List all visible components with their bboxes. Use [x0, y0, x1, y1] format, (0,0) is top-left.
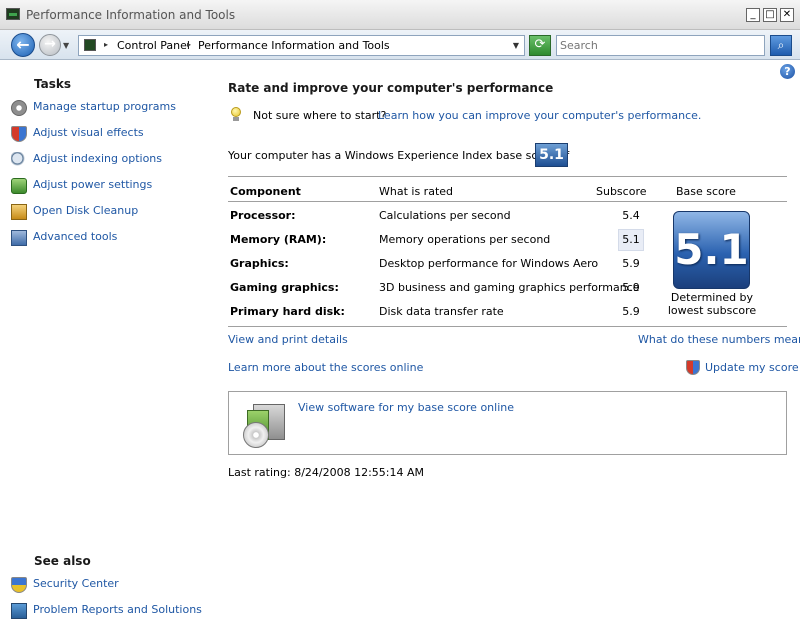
- software-box-icon: [243, 404, 289, 448]
- learn-scores-online-link[interactable]: Learn more about the scores online: [228, 361, 423, 374]
- column-header-what: What is rated: [379, 185, 454, 198]
- task-link[interactable]: Adjust visual effects: [33, 126, 144, 139]
- title-bar: Performance Information and Tools _ □ ✕: [0, 0, 800, 30]
- search-button[interactable]: ⌕: [770, 35, 792, 56]
- search-input[interactable]: [557, 36, 764, 55]
- performance-app-icon: [6, 8, 20, 20]
- not-sure-text: Not sure where to start?: [253, 109, 387, 122]
- breadcrumb-control-panel[interactable]: Control Panel: [117, 39, 190, 52]
- table-row: Processor: Calculations per second 5.4: [228, 204, 648, 228]
- base-score-large-badge: 5.1: [673, 211, 750, 289]
- table-row: Primary hard disk: Disk data transfer ra…: [228, 300, 648, 324]
- breadcrumb-separator-icon[interactable]: ▸: [187, 40, 191, 49]
- forward-button[interactable]: →: [39, 34, 61, 56]
- row-subscore: 5.9: [622, 257, 640, 270]
- task-link[interactable]: Manage startup programs: [33, 100, 176, 113]
- table-header-divider: [228, 201, 787, 202]
- determined-by-text: Determined by lowest subscore: [658, 291, 766, 317]
- row-subscore-lowest: 5.1: [618, 229, 644, 251]
- task-link[interactable]: Open Disk Cleanup: [33, 204, 138, 217]
- window-title: Performance Information and Tools: [26, 8, 236, 22]
- task-advanced-tools[interactable]: Advanced tools: [11, 229, 206, 247]
- software-box: View software for my base score online: [228, 391, 787, 455]
- security-center-icon: [11, 577, 27, 593]
- breadcrumb-performance[interactable]: Performance Information and Tools: [198, 39, 390, 52]
- row-what: Desktop performance for Windows Aero: [379, 257, 599, 270]
- see-also-link[interactable]: Problem Reports and Solutions: [33, 603, 202, 616]
- table-row: Gaming graphics: 3D business and gaming …: [228, 276, 648, 300]
- shield-icon: [11, 126, 27, 142]
- table-row: Memory (RAM): Memory operations per seco…: [228, 228, 648, 252]
- see-also-security-center[interactable]: Security Center: [11, 576, 206, 594]
- control-panel-icon: [84, 39, 96, 51]
- column-header-component: Component: [230, 185, 301, 198]
- problem-reports-icon: [11, 603, 27, 619]
- address-dropdown-icon[interactable]: ▼: [513, 41, 519, 50]
- update-score-link[interactable]: Update my score: [705, 361, 799, 374]
- task-link[interactable]: Adjust indexing options: [33, 152, 162, 165]
- task-disk-cleanup[interactable]: Open Disk Cleanup: [11, 203, 206, 221]
- address-bar[interactable]: ▸ Control Panel ▸ Performance Informatio…: [78, 35, 525, 56]
- breadcrumb-separator-icon[interactable]: ▸: [104, 40, 108, 49]
- power-icon: [11, 178, 27, 194]
- row-component: Primary hard disk:: [230, 305, 345, 318]
- task-link[interactable]: Adjust power settings: [33, 178, 152, 191]
- row-subscore: 5.4: [622, 209, 640, 222]
- table-bottom-divider: [228, 326, 787, 327]
- page-title: Rate and improve your computer's perform…: [228, 81, 554, 95]
- tasks-heading: Tasks: [34, 77, 72, 91]
- column-header-subscore: Subscore: [596, 185, 647, 198]
- back-button[interactable]: ←: [11, 33, 35, 57]
- row-component: Gaming graphics:: [230, 281, 339, 294]
- disk-cleanup-icon: [11, 204, 27, 220]
- view-print-details-link[interactable]: View and print details: [228, 333, 348, 346]
- row-what: Calculations per second: [379, 209, 511, 222]
- column-header-base-score: Base score: [676, 185, 736, 198]
- table-row: Graphics: Desktop performance for Window…: [228, 252, 648, 276]
- row-what: Disk data transfer rate: [379, 305, 504, 318]
- search-box[interactable]: [556, 35, 765, 56]
- lightbulb-icon: [230, 107, 242, 123]
- task-link[interactable]: Advanced tools: [33, 230, 117, 243]
- tasks-pane: Tasks Manage startup programs Adjust vis…: [0, 61, 210, 642]
- learn-improve-link[interactable]: Learn how you can improve your computer'…: [378, 109, 701, 122]
- navigation-bar: ← → ▼ ▸ Control Panel ▸ Performance Info…: [0, 30, 800, 60]
- row-component: Processor:: [230, 209, 296, 222]
- indexing-icon: [11, 152, 27, 168]
- minimize-button[interactable]: _: [746, 8, 760, 22]
- determined-line-2: lowest subscore: [667, 304, 757, 317]
- base-score-badge: 5.1: [535, 143, 568, 167]
- view-software-link[interactable]: View software for my base score online: [298, 401, 514, 414]
- what-numbers-mean-link[interactable]: What do these numbers mean?: [638, 333, 800, 346]
- row-subscore: 5.9: [622, 281, 640, 294]
- see-also-heading: See also: [34, 554, 91, 568]
- uac-shield-icon: [686, 360, 700, 375]
- task-manage-startup[interactable]: Manage startup programs: [11, 99, 206, 117]
- see-also-problem-reports[interactable]: Problem Reports and Solutions: [11, 602, 206, 620]
- startup-programs-icon: [11, 100, 27, 116]
- determined-line-1: Determined by: [670, 291, 754, 304]
- last-rating-text: Last rating: 8/24/2008 12:55:14 AM: [228, 466, 425, 479]
- close-button[interactable]: ✕: [780, 8, 794, 22]
- maximize-button[interactable]: □: [763, 8, 777, 22]
- row-what: 3D business and gaming graphics performa…: [379, 281, 640, 294]
- row-component: Graphics:: [230, 257, 289, 270]
- main-content: ? Rate and improve your computer's perfo…: [210, 61, 800, 642]
- advanced-tools-icon: [11, 230, 27, 246]
- help-icon[interactable]: ?: [780, 64, 795, 79]
- base-score-text: Your computer has a Windows Experience I…: [228, 149, 570, 162]
- recent-pages-dropdown-icon[interactable]: ▼: [63, 41, 69, 50]
- table-top-divider: [228, 176, 787, 177]
- row-subscore: 5.9: [622, 305, 640, 318]
- refresh-button[interactable]: ⟳: [529, 35, 551, 56]
- see-also-link[interactable]: Security Center: [33, 577, 119, 590]
- row-what: Memory operations per second: [379, 233, 551, 246]
- row-component: Memory (RAM):: [230, 233, 327, 246]
- task-power-settings[interactable]: Adjust power settings: [11, 177, 206, 195]
- task-indexing-options[interactable]: Adjust indexing options: [11, 151, 206, 169]
- task-visual-effects[interactable]: Adjust visual effects: [11, 125, 206, 143]
